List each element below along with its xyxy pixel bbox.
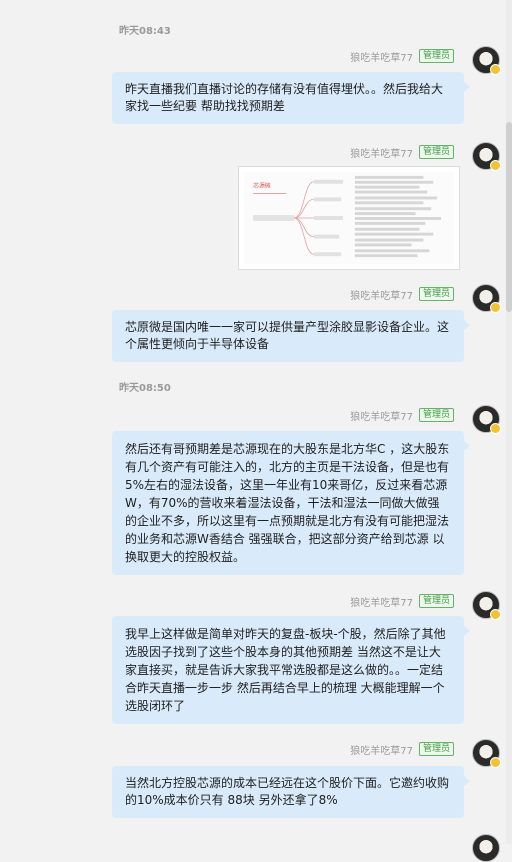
mindmap-title: 芯源微 — [253, 182, 271, 190]
sender-name[interactable]: 狼吃羊吃草77 — [350, 742, 413, 757]
sender-name[interactable]: 狼吃羊吃草77 — [350, 287, 413, 302]
message-bubble[interactable]: 当然北方控股芯源的成本已经远在这个股价下面。它邀约收购的10%成本价只有 88块… — [112, 766, 470, 818]
verified-badge-icon — [490, 64, 501, 75]
verified-badge-icon — [490, 609, 501, 620]
avatar[interactable] — [472, 739, 501, 768]
message-meta: 狼吃羊吃草77 管理员 — [350, 408, 454, 423]
sender-name[interactable]: 狼吃羊吃草77 — [350, 49, 413, 64]
admin-badge: 管理员 — [418, 145, 454, 159]
verified-badge-icon — [490, 160, 501, 171]
message-bubble[interactable]: 然后还有哥预期差是芯源现在的大股东是北方华C ，这大股东有几个资产有可能注入的，… — [112, 431, 470, 575]
message-bubble[interactable]: 昨天直播我们直播讨论的存储有没有值得埋伏。。然后我给大家找一些纪要 帮助找找预期… — [112, 72, 470, 124]
admin-badge: 管理员 — [418, 742, 454, 756]
avatar[interactable] — [472, 142, 501, 171]
message-meta: 狼吃羊吃草77 管理员 — [350, 287, 454, 302]
message-meta: 狼吃羊吃草77 管理员 — [350, 742, 454, 757]
verified-badge-icon — [490, 423, 501, 434]
sender-name[interactable]: 狼吃羊吃草77 — [350, 594, 413, 609]
image-message[interactable]: 芯源微 — [238, 166, 460, 270]
timestamp: 昨天08:50 — [119, 383, 171, 394]
verified-badge-icon — [490, 757, 501, 768]
scrollbar[interactable] — [506, 0, 512, 844]
message-meta: 狼吃羊吃草77 管理员 — [350, 145, 454, 160]
avatar[interactable] — [472, 405, 501, 434]
scrollbar-thumb[interactable] — [506, 122, 512, 312]
avatar[interactable] — [472, 46, 501, 75]
chat-area: 昨天08:43 狼吃羊吃草77 管理员 昨天直播我们直播讨论的存储有没有值得埋伏… — [0, 0, 512, 862]
admin-badge: 管理员 — [418, 49, 454, 63]
message-meta: 狼吃羊吃草77 管理员 — [350, 49, 454, 64]
admin-badge: 管理员 — [418, 594, 454, 608]
timestamp: 昨天08:43 — [119, 26, 171, 37]
sender-name[interactable]: 狼吃羊吃草77 — [350, 145, 413, 160]
sender-name[interactable]: 狼吃羊吃草77 — [350, 408, 413, 423]
admin-badge: 管理员 — [418, 287, 454, 301]
avatar[interactable] — [472, 591, 501, 620]
message-bubble[interactable]: 芯原微是国内唯一一家可以提供量产型涂胶显影设备企业。这个属性更倾向于半导体设备 — [112, 310, 470, 362]
mindmap-thumbnail: 芯源微 — [244, 172, 454, 264]
avatar[interactable] — [472, 834, 500, 862]
admin-badge: 管理员 — [418, 408, 454, 422]
avatar[interactable] — [472, 284, 501, 313]
message-meta: 狼吃羊吃草77 管理员 — [350, 594, 454, 609]
verified-badge-icon — [490, 302, 501, 313]
message-bubble[interactable]: 我早上这样做是简单对昨天的复盘-板块-个股，然后除了其他选股因子找到了这些个股本… — [112, 616, 470, 724]
